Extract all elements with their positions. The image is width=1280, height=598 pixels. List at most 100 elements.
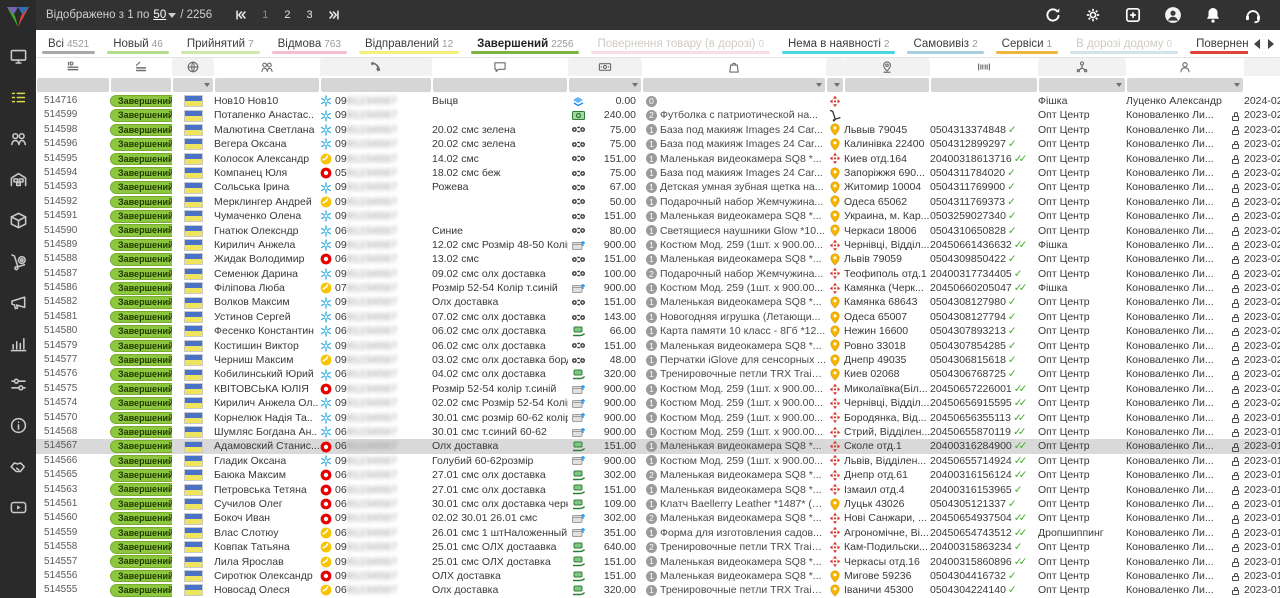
table-row[interactable]: 514579ЗавершенийКостишин Виктор098123456… [36, 339, 1280, 353]
tab-прийнятий[interactable]: Прийнятий7 [175, 30, 266, 57]
filter-input-manager[interactable] [1127, 78, 1243, 92]
table-row[interactable]: 514587ЗавершенийСеменюк Дарина0981234567… [36, 267, 1280, 281]
table-row[interactable]: 514560ЗавершенийБокоч Иван098123456702.0… [36, 511, 1280, 525]
partners-handshake-icon[interactable] [6, 454, 30, 478]
table-row[interactable]: 514589ЗавершенийКирилич Анжела0981234567… [36, 238, 1280, 252]
column-header-product[interactable] [642, 58, 826, 76]
tab-відправлений[interactable]: Відправлений12 [353, 30, 465, 57]
support-headset-icon[interactable] [1244, 6, 1262, 24]
app-logo-icon[interactable] [5, 4, 31, 30]
filter-dropdown-icon[interactable] [816, 83, 822, 87]
table-row[interactable]: 514567ЗавершенийАдамовский Станис...0681… [36, 439, 1280, 453]
column-header-funnel[interactable] [1038, 58, 1126, 76]
notifications-bell-icon[interactable] [1204, 6, 1222, 24]
add-new-icon[interactable] [1124, 6, 1142, 24]
table-row[interactable]: 514716ЗавершенийНов10 Нов100981234567Выц… [36, 94, 1280, 108]
table-row[interactable]: 514558ЗавершенийКовпак Татьяна0981234567… [36, 540, 1280, 554]
tab-повернення-товару-в-дорозі-[interactable]: Повернення товару (в дорозі)0 [585, 30, 776, 57]
table-row[interactable]: 514575ЗавершенийКВІТОВСЬКА ЮЛІЯ098123456… [36, 382, 1280, 396]
settings-gear-icon[interactable] [1084, 6, 1102, 24]
filter-dropdown-icon[interactable] [1234, 83, 1240, 87]
tab-завершений[interactable]: Завершений2256 [465, 30, 585, 57]
column-header-flag[interactable] [172, 58, 214, 76]
filter-input-flag[interactable] [173, 78, 213, 92]
column-header-phone[interactable] [320, 58, 432, 76]
statistics-chart-icon[interactable] [6, 331, 30, 355]
tab-самовивіз[interactable]: Самовивіз2 [901, 30, 989, 57]
last-page-icon[interactable] [327, 8, 341, 22]
orders-list-icon[interactable] [6, 85, 30, 109]
purchases-trolley-icon[interactable] [6, 249, 30, 273]
filter-dropdown-icon[interactable] [834, 83, 840, 87]
table-row[interactable]: 514574ЗавершенийКирилич Анжела Ол..09812… [36, 396, 1280, 410]
filter-dropdown-icon[interactable] [204, 83, 210, 87]
table-row[interactable]: 514570ЗавершенийКорнелюк Надія Та..09812… [36, 411, 1280, 425]
products-box-icon[interactable] [6, 208, 30, 232]
table-row[interactable]: 514595ЗавершенийКолосок Александр0981234… [36, 152, 1280, 166]
table-row[interactable]: 514596ЗавершенийВегера Оксана09812345672… [36, 137, 1280, 151]
table-row[interactable]: 514559ЗавершенийВлас Слотюу068123456726.… [36, 526, 1280, 540]
page-number-1[interactable]: 1 [262, 9, 268, 21]
table-row[interactable]: 514586ЗавершенийФіліпова Люба0781234567Р… [36, 281, 1280, 295]
column-header-manager[interactable] [1126, 58, 1244, 76]
table-row[interactable]: 514599ЗавершенийПотапенко Анастас..09812… [36, 108, 1280, 122]
column-header-sum[interactable] [568, 58, 642, 76]
tabs-scroll-left-icon[interactable] [1254, 39, 1260, 49]
table-row[interactable]: 514576ЗавершенийКобилинський Юрий0681234… [36, 367, 1280, 381]
per-page-dropdown[interactable]: 50 [153, 9, 176, 21]
tab-всі[interactable]: Всі4521 [36, 30, 101, 57]
tab-відмова[interactable]: Відмова763 [266, 30, 353, 57]
filter-input-city[interactable] [845, 78, 929, 92]
tabs-scroll-right-icon[interactable] [1268, 39, 1274, 49]
video-tutorials-icon[interactable] [6, 495, 30, 519]
table-row[interactable]: 514594ЗавершенийКомпанец Юля058123456718… [36, 166, 1280, 180]
table-row[interactable]: 514565ЗавершенийБаюка Максим068123456727… [36, 468, 1280, 482]
filter-input-status[interactable] [111, 78, 171, 92]
table-row[interactable]: 514563ЗавершенийПетровська Тетяна0681234… [36, 483, 1280, 497]
table-row[interactable]: 514556ЗавершенийСиротюк Олександр0981234… [36, 569, 1280, 583]
filter-input-product[interactable] [643, 78, 825, 92]
tab-в-дорозі-додому[interactable]: В дорозі додому0 [1064, 30, 1184, 57]
clients-users-icon[interactable] [6, 126, 30, 150]
filter-input-delivery[interactable] [827, 78, 843, 92]
tab-сервіси[interactable]: Сервіси1 [990, 30, 1065, 57]
table-row[interactable]: 514557ЗавершенийЛила Ярослав098123456725… [36, 555, 1280, 569]
table-row[interactable]: 514590ЗавершенийГнатюк Олексндр068123456… [36, 224, 1280, 238]
column-header-status[interactable] [110, 58, 172, 76]
column-header-comment[interactable] [432, 58, 568, 76]
profile-icon[interactable] [1164, 6, 1182, 24]
table-row[interactable]: 514598ЗавершенийМалютина Светлана0981234… [36, 123, 1280, 137]
tab-повернення-завершений-[interactable]: Повернення (завершений)125 [1184, 30, 1248, 57]
warehouse-icon[interactable] [6, 167, 30, 191]
table-row[interactable]: 514561ЗавершенийСучилов Олег068123456730… [36, 497, 1280, 511]
filter-dropdown-icon[interactable] [1116, 83, 1122, 87]
settings-sliders-icon[interactable] [6, 372, 30, 396]
table-row[interactable]: 514577ЗавершенийЧерниш Максим09812345670… [36, 353, 1280, 367]
filter-input-comment[interactable] [433, 78, 567, 92]
table-row[interactable]: 514582ЗавершенийВолков Максим0981234567О… [36, 295, 1280, 309]
table-row[interactable]: 514568ЗавершенийШумляс Богдана Ан..06812… [36, 425, 1280, 439]
column-header-date[interactable] [1244, 58, 1280, 76]
table-row[interactable]: 514593ЗавершенийСольська Ірина0981234567… [36, 180, 1280, 194]
table-row[interactable]: 514555ЗавершенийНовосад Олеся0681234567О… [36, 583, 1280, 597]
column-header-name[interactable] [214, 58, 320, 76]
filter-input-name[interactable] [215, 78, 319, 92]
filter-input-sum[interactable] [569, 78, 641, 92]
table-row[interactable]: 514592ЗавершенийМерклингер Андрей0981234… [36, 195, 1280, 209]
page-number-2[interactable]: 2 [284, 9, 290, 21]
table-row[interactable]: 514581ЗавершенийУстинов Сергей0681234567… [36, 310, 1280, 324]
tab-нема-в-наявності[interactable]: Нема в наявності2 [776, 30, 901, 57]
column-header-delivery[interactable] [826, 58, 844, 76]
column-header-id[interactable] [36, 58, 110, 76]
first-page-icon[interactable] [234, 8, 248, 22]
page-number-3[interactable]: 3 [306, 9, 312, 21]
table-row[interactable]: 514591ЗавершенийЧумаченко Олена098123456… [36, 209, 1280, 223]
marketing-megaphone-icon[interactable] [6, 290, 30, 314]
filter-dropdown-icon[interactable] [632, 83, 638, 87]
refresh-icon[interactable] [1044, 6, 1062, 24]
column-header-city[interactable] [844, 58, 930, 76]
tab-новый[interactable]: Новый46 [101, 30, 175, 57]
table-row[interactable]: 514580ЗавершенийФесенко Константин068123… [36, 324, 1280, 338]
filter-input-id[interactable] [37, 78, 109, 92]
info-icon[interactable] [6, 413, 30, 437]
